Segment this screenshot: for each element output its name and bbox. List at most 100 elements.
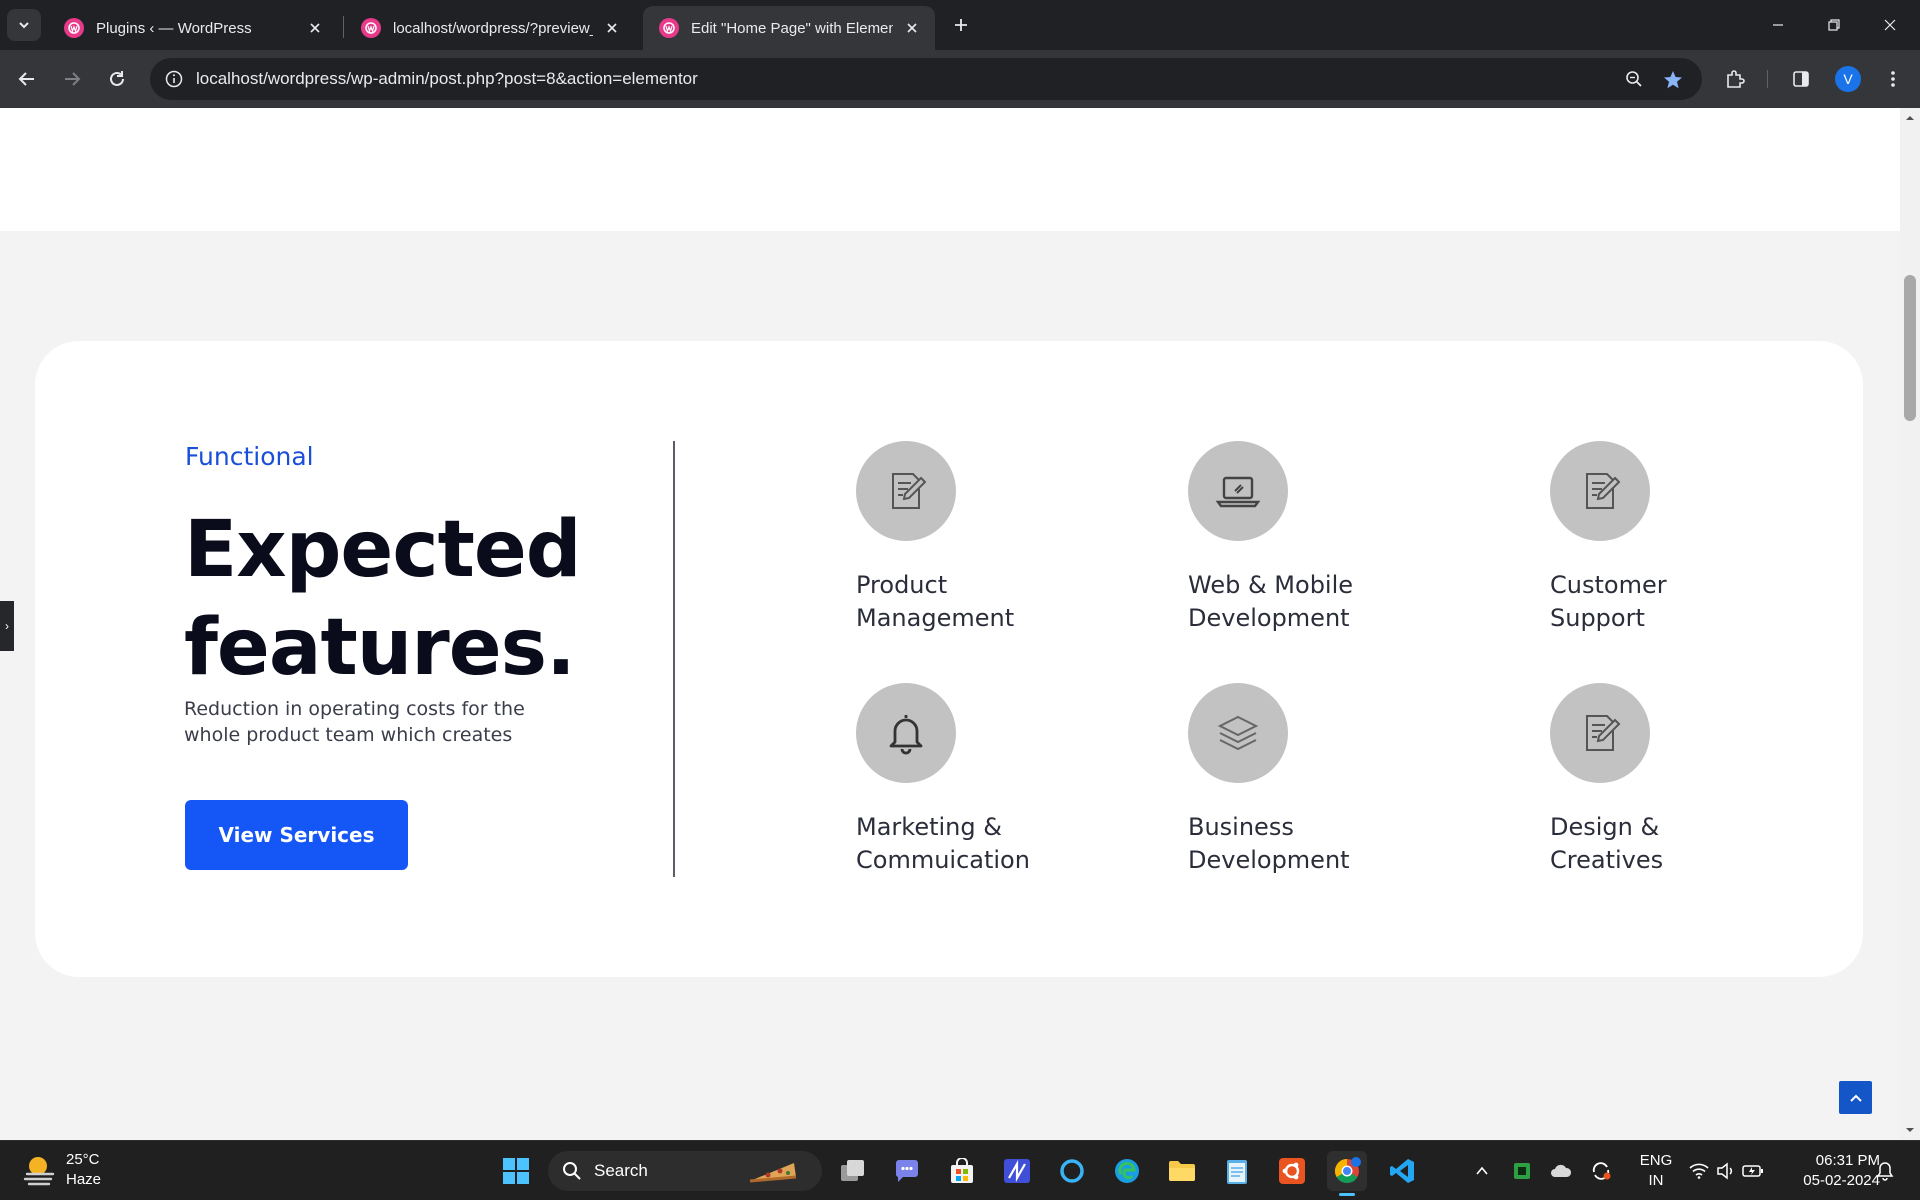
feature-icon-circle [1188,683,1288,783]
section-description: Reduction in operating costs for the who… [184,698,525,746]
browser-toolbar: localhost/wordpress/wp-admin/post.php?po… [0,50,1920,108]
wifi-icon [1689,1163,1709,1179]
circle-ring-icon [1060,1159,1084,1183]
system-clock[interactable]: 06:31 PM 05-02-2024 [1770,1151,1880,1191]
bookmark-star-icon[interactable] [1660,67,1686,93]
region-code: IN [1648,1172,1664,1189]
vscode-app[interactable] [1382,1151,1422,1191]
close-window-button[interactable] [1862,0,1918,50]
feature-design-creatives[interactable]: Design & Creatives [1550,683,1810,877]
cortana-app[interactable] [1052,1151,1092,1191]
feature-icon-circle [1550,441,1650,541]
feature-product-management[interactable]: Product Management [856,441,1116,635]
edge-browser-app[interactable] [1107,1151,1147,1191]
feature-icon-circle [856,683,956,783]
feature-label-line: Development [1188,846,1350,874]
scrollbar-thumb[interactable] [1904,275,1916,421]
page-scrollbar[interactable] [1900,108,1920,1140]
notification-bell-icon [1876,1162,1894,1181]
scroll-down-arrow-icon[interactable] [1906,1126,1914,1134]
scroll-up-arrow-icon[interactable] [1906,114,1914,122]
close-tab-icon[interactable] [901,17,923,39]
edge-icon [1115,1159,1139,1183]
reload-button[interactable] [101,63,133,95]
tab-plugins[interactable]: Plugins ‹ — WordPress [48,6,338,50]
close-icon [1884,19,1896,31]
design-app[interactable] [997,1151,1037,1191]
show-hidden-icons-button[interactable] [1470,1153,1494,1189]
top-section [0,108,1900,231]
feature-web-mobile-development[interactable]: Web & Mobile Development [1188,441,1448,635]
feature-business-development[interactable]: Business Development [1188,683,1448,877]
onedrive-tray[interactable] [1547,1153,1575,1189]
chat-icon [895,1160,918,1182]
close-tab-icon[interactable] [601,17,623,39]
task-view-button[interactable] [833,1151,873,1191]
minimize-button[interactable] [1750,0,1806,50]
feature-label-line: Management [856,604,1015,632]
reload-icon [110,71,124,86]
task-view-icon [841,1160,864,1181]
scroll-to-top-button[interactable] [1839,1081,1872,1114]
arrow-left-icon [18,72,34,86]
close-tab-icon[interactable] [304,17,326,39]
feature-label-line: Design & [1550,813,1660,841]
wordpress-favicon-icon [361,18,381,38]
tab-elementor-editor[interactable]: Edit "Home Page" with Element [643,6,935,50]
feature-label-line: Business [1188,813,1294,841]
taskbar-search[interactable]: Search [548,1151,822,1191]
weather-widget[interactable]: 25°C Haze [22,1150,101,1190]
feature-label: Marketing & Commuication [856,811,1116,877]
feature-label-line: Creatives [1550,846,1664,874]
tab-preview[interactable]: localhost/wordpress/?preview_i [345,6,635,50]
input-language-indicator[interactable]: ENG IN [1635,1151,1677,1191]
microsoft-store-app[interactable] [942,1151,982,1191]
chrome-app[interactable] [1327,1151,1367,1191]
volume-tray[interactable] [1713,1153,1739,1189]
wordpress-favicon-icon [659,18,679,38]
heading-line-1: Expected [184,505,582,595]
tab-title: localhost/wordpress/?preview_i [393,19,593,37]
file-explorer-app[interactable] [1162,1151,1202,1191]
tray-app-green[interactable] [1508,1153,1536,1189]
tab-title: Edit "Home Page" with Element [691,19,893,37]
url-text[interactable]: localhost/wordpress/wp-admin/post.php?po… [196,69,698,89]
feature-label-line: Customer [1550,571,1667,599]
new-tab-button[interactable] [948,12,974,38]
ubuntu-app[interactable] [1272,1151,1312,1191]
profile-avatar[interactable]: V [1835,66,1861,92]
folder-icon [1169,1161,1195,1181]
search-icon [563,1162,581,1180]
site-info-icon[interactable] [162,67,186,91]
address-bar[interactable]: localhost/wordpress/wp-admin/post.php?po… [150,58,1702,100]
language-code: ENG [1639,1152,1673,1169]
start-button[interactable] [496,1151,536,1191]
feature-label-line: Product [856,571,948,599]
feature-label-line: Commuication [856,846,1030,874]
wifi-tray[interactable] [1686,1153,1712,1189]
tab-search-button[interactable] [7,9,41,41]
notepad-app[interactable] [1217,1151,1257,1191]
battery-tray[interactable] [1740,1153,1766,1189]
weather-text: 25°C Haze [66,1150,101,1190]
browser-menu-button[interactable] [1878,64,1908,94]
view-services-button[interactable]: View Services [185,800,408,870]
more-vertical-icon [1891,71,1895,87]
restore-button[interactable] [1806,0,1862,50]
side-panel-button[interactable] [1786,64,1816,94]
notifications-button[interactable] [1872,1153,1898,1189]
side-panel-icon [1793,71,1809,87]
notepad-icon [1227,1160,1247,1184]
sync-tray[interactable] [1587,1153,1615,1189]
feature-marketing-communication[interactable]: Marketing & Commuication [856,683,1116,877]
forward-button[interactable] [56,63,88,95]
feature-customer-support[interactable]: Customer Support [1550,441,1810,635]
editor-panel-toggle[interactable]: › [0,601,14,651]
back-button[interactable] [11,63,43,95]
teams-chat-app[interactable] [887,1151,927,1191]
section-eyebrow: Functional [185,442,314,471]
zoom-icon[interactable] [1622,67,1646,91]
extensions-button[interactable] [1720,64,1750,94]
laptop-icon [1215,476,1261,508]
feature-icon-circle [856,441,956,541]
